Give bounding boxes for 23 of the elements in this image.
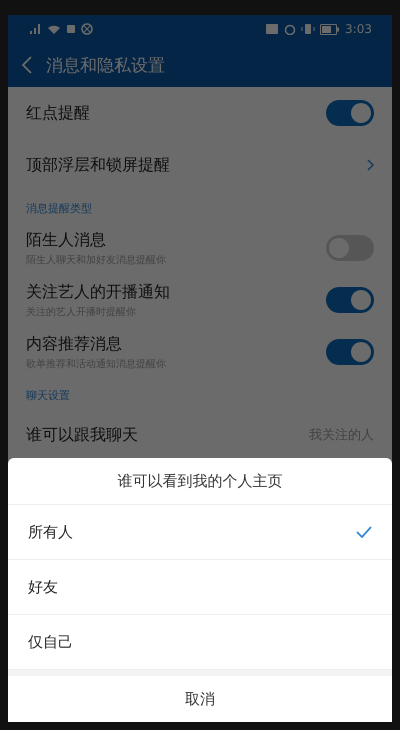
- setting-label: 内容推荐消息: [26, 334, 123, 354]
- chevron-right-icon: [367, 159, 374, 171]
- setting-label: 红点提醒: [26, 102, 90, 124]
- setting-label: 陌生人消息: [26, 230, 107, 250]
- toggle-switch[interactable]: [326, 339, 374, 365]
- toggle-switch[interactable]: [326, 287, 374, 313]
- section-header: 聊天设置: [25, 388, 71, 404]
- sheet-title: 谁可以看到我的个人主页: [8, 458, 392, 505]
- signal-icon: [28, 23, 42, 35]
- battery-icon: [320, 24, 340, 34]
- circle-icon: [81, 23, 93, 35]
- section-header: 消息提醒类型: [25, 201, 93, 217]
- wifi-icon: [47, 23, 61, 35]
- option-item[interactable]: 所有人: [8, 505, 392, 560]
- vibrate-icon: [301, 23, 316, 35]
- setting-label: 关注艺人的开播通知: [26, 282, 170, 302]
- status-time: 3:03: [345, 22, 372, 36]
- option-item[interactable]: 好友: [8, 560, 392, 615]
- setting-label[interactable]: 顶部浮层和锁屏提醒: [26, 154, 170, 176]
- back-icon[interactable]: [22, 56, 32, 74]
- setting-label[interactable]: 谁可以跟我聊天: [26, 424, 138, 446]
- page-title: 消息和隐私设置: [46, 54, 165, 76]
- toggle-switch[interactable]: [326, 100, 374, 126]
